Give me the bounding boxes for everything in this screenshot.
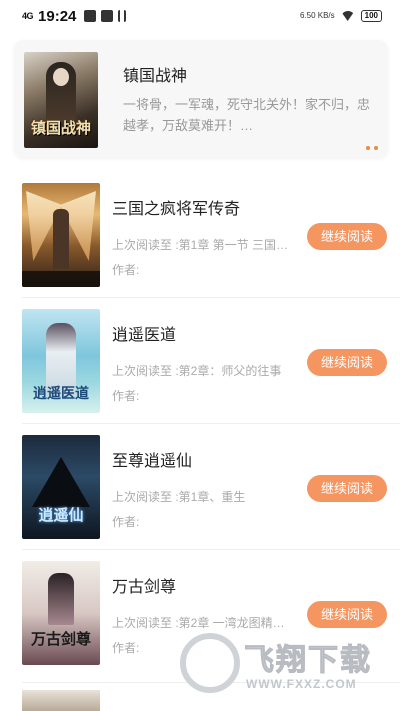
continue-reading-button[interactable]: 继续阅读 [307,601,387,628]
usb-icon [118,10,127,22]
carousel-dot [366,146,370,150]
featured-book-cover: 镇国战神 [24,52,98,148]
last-read-chapter: 上次阅读至 :第2章：师父的往事 [112,364,282,378]
last-read-chapter: 上次阅读至 :第1章 第一节 三国… [112,238,289,252]
book-cover [22,690,100,711]
featured-book-title: 镇国战神 [123,68,188,85]
book-list-item[interactable]: 逍遥医道 逍遥医道 继续阅读 上次阅读至 :第2章：师父的往事 作者: [0,309,400,435]
featured-cover-title: 镇国战神 [30,119,91,137]
battery-icon: 100 [360,10,382,22]
notification-icon [84,10,97,22]
status-time: 19:24 [38,7,77,25]
book-author: 作者: [112,641,140,655]
book-list-item[interactable]: 三国之疯将军传奇 继续阅读 上次阅读至 :第1章 第一节 三国… 作者: [0,183,400,309]
divider [22,549,400,550]
watermark-logo-icon [180,633,240,693]
book-list-item[interactable]: 逍遥仙 至尊逍遥仙 继续阅读 上次阅读至 :第1章、重生 作者: [0,435,400,561]
app-notification-icon [101,10,114,22]
book-title: 三国之疯将军传奇 [112,201,241,218]
book-cover: 万古剑尊 [22,561,100,665]
signal-indicator: 4G [22,11,34,21]
book-title: 万古剑尊 [112,579,177,596]
book-cover: 逍遥仙 [22,435,100,539]
continue-reading-button[interactable]: 继续阅读 [307,223,387,250]
watermark: 飞翔下载 WWW.FXXZ.COM [180,633,390,695]
continue-reading-button[interactable]: 继续阅读 [307,349,387,376]
divider [22,297,400,298]
book-cover-title: 逍遥医道 [33,386,89,402]
book-cover [22,183,100,287]
last-read-chapter: 上次阅读至 :第1章、重生 [112,490,246,504]
featured-book-description: 一将骨，一军魂，死守北关外！家不归，忠越孝，万敌莫难开！… [123,97,371,133]
book-cover-title: 逍遥仙 [38,506,84,524]
book-author: 作者: [112,515,140,529]
network-speed: 6.50 KB/s [299,11,335,20]
book-cover: 逍遥医道 [22,309,100,413]
book-author: 作者: [112,263,140,277]
carousel-indicator [366,146,378,150]
book-title: 至尊逍遥仙 [112,453,193,470]
carousel-dot [374,146,378,150]
continue-reading-button[interactable]: 继续阅读 [307,475,387,502]
featured-book-banner[interactable]: 镇国战神 镇国战神 一将骨，一军魂，死守北关外！家不归，忠越孝，万敌莫难开！… [14,40,388,158]
book-cover-title: 万古剑尊 [30,630,91,648]
divider [22,423,400,424]
wifi-icon [340,11,355,21]
book-author: 作者: [112,389,140,403]
status-bar: 4G 19:24 6.50 KB/s 100 [0,0,400,32]
watermark-text: 飞翔下载 [244,643,372,679]
watermark-url: WWW.FXXZ.COM [246,677,357,691]
last-read-chapter: 上次阅读至 :第2章 一湾龙图精… [112,616,285,630]
book-title: 逍遥医道 [112,327,177,344]
